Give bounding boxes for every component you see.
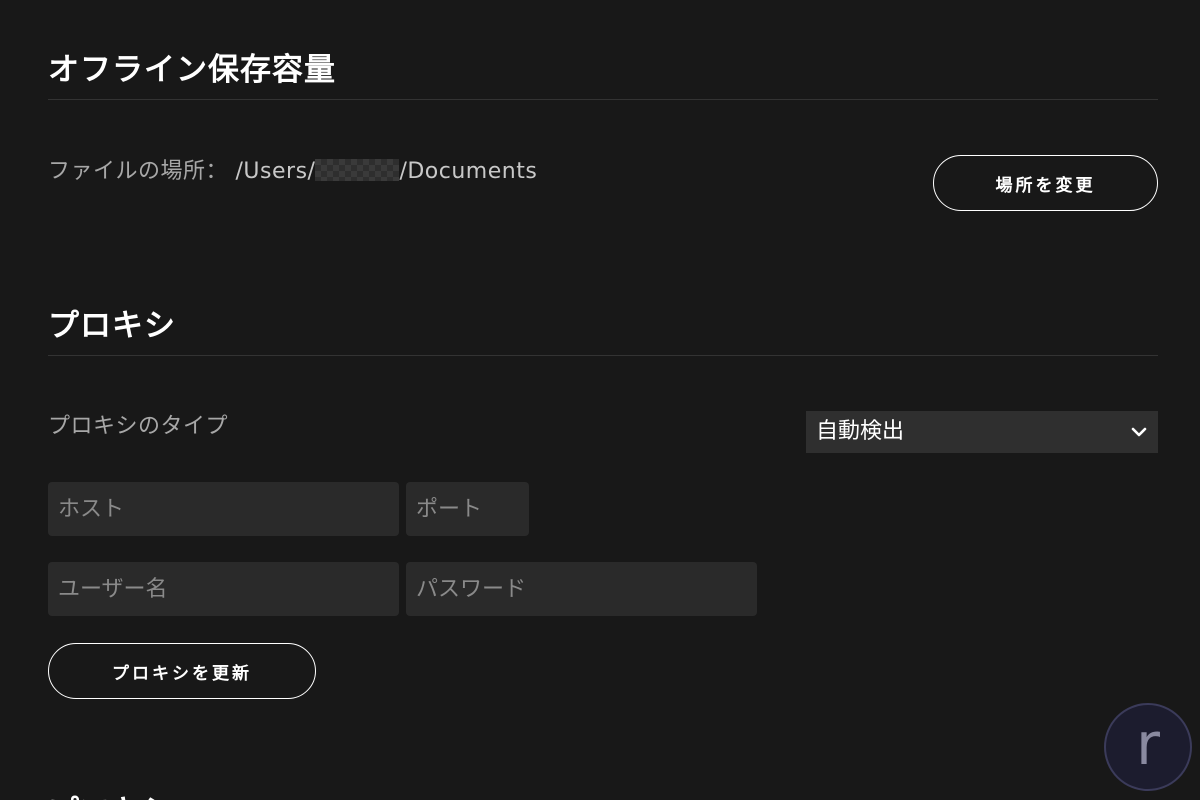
- section-divider: [48, 355, 1158, 356]
- chevron-down-icon: [1131, 427, 1147, 437]
- proxy-type-label: プロキシのタイプ: [48, 414, 229, 439]
- proxy-port-input[interactable]: [406, 482, 529, 536]
- logo-badge: r: [1104, 703, 1192, 791]
- path-prefix: /Users/: [235, 159, 316, 184]
- file-location-path: /Users/ /Documents: [236, 159, 538, 184]
- next-section-heading-cutoff: プロキシ: [48, 786, 188, 800]
- section-divider: [48, 99, 1158, 100]
- proxy-host-input[interactable]: [48, 482, 399, 536]
- settings-page: オフライン保存容量 ファイルの場所： /Users/ /Documents 場所を…: [0, 0, 1200, 800]
- update-proxy-button[interactable]: プロキシを更新: [48, 643, 316, 699]
- proxy-type-selected-value: 自動検出: [816, 419, 905, 444]
- proxy-type-select[interactable]: 自動検出: [806, 411, 1158, 453]
- file-location-row: ファイルの場所： /Users/ /Documents: [48, 156, 537, 188]
- redacted-username: [315, 159, 400, 181]
- next-section-heading: プロキシ: [48, 786, 188, 800]
- proxy-heading: プロキシ: [48, 308, 176, 344]
- proxy-username-input[interactable]: [48, 562, 399, 616]
- file-location-label: ファイルの場所：: [48, 159, 229, 184]
- proxy-password-input[interactable]: [406, 562, 757, 616]
- path-suffix: /Documents: [399, 159, 538, 184]
- change-location-button[interactable]: 場所を変更: [933, 155, 1158, 211]
- offline-storage-heading: オフライン保存容量: [48, 52, 336, 88]
